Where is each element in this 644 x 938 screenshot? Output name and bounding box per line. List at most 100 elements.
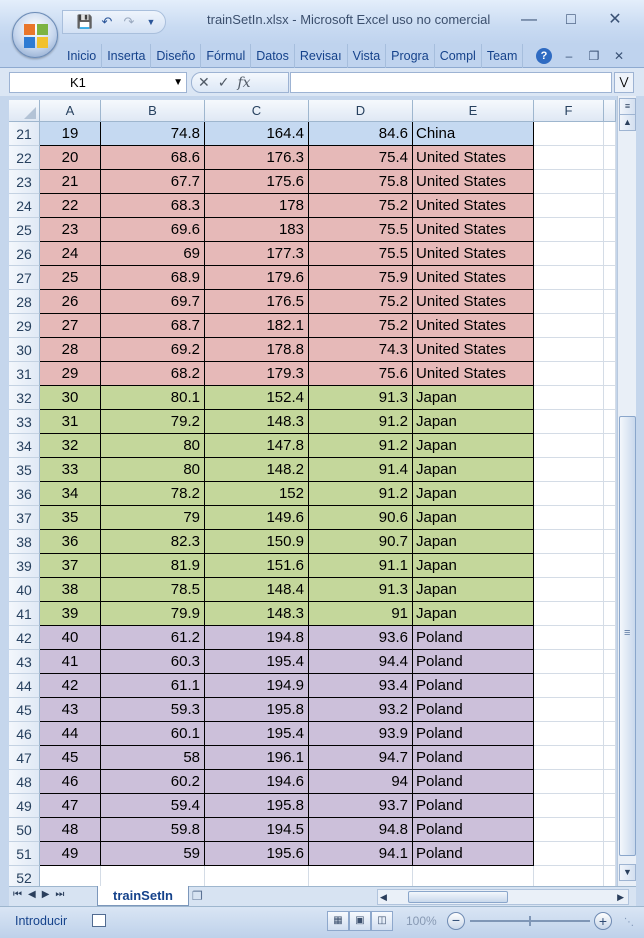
cell-g[interactable]	[604, 242, 616, 266]
cell-b[interactable]: 61.1	[101, 674, 205, 698]
row-header[interactable]: 49	[9, 794, 40, 818]
cell-b[interactable]	[101, 866, 205, 886]
row-header[interactable]: 21	[9, 122, 40, 146]
cell-f[interactable]	[534, 842, 604, 866]
cell-d[interactable]: 93.9	[309, 722, 413, 746]
cell-a[interactable]: 36	[40, 530, 101, 554]
ribbon-tab[interactable]: Compl	[435, 44, 482, 68]
cell-b[interactable]: 59	[101, 842, 205, 866]
cell-b[interactable]: 59.8	[101, 818, 205, 842]
cell-a[interactable]: 42	[40, 674, 101, 698]
cell-d[interactable]: 91	[309, 602, 413, 626]
insert-function-icon[interactable]: fx	[237, 75, 250, 91]
cell-b[interactable]: 59.4	[101, 794, 205, 818]
cell-d[interactable]: 91.2	[309, 482, 413, 506]
enter-icon[interactable]: ✓	[218, 74, 230, 91]
cell-g[interactable]	[604, 818, 616, 842]
cell-f[interactable]	[534, 386, 604, 410]
first-sheet-icon[interactable]: ⏮	[13, 889, 22, 900]
cell-c[interactable]: 148.3	[205, 602, 309, 626]
insert-sheet-icon[interactable]: ❐	[192, 889, 203, 903]
close-button[interactable]: ✕	[601, 10, 629, 30]
cell-a[interactable]: 20	[40, 146, 101, 170]
ribbon-tab[interactable]: Inserta	[102, 44, 152, 68]
cell-d[interactable]: 94	[309, 770, 413, 794]
cell-e[interactable]: Poland	[413, 842, 534, 866]
cell-e[interactable]: United States	[413, 146, 534, 170]
cell-f[interactable]	[534, 530, 604, 554]
cell-c[interactable]: 183	[205, 218, 309, 242]
cell-a[interactable]: 23	[40, 218, 101, 242]
cell-b[interactable]: 69.2	[101, 338, 205, 362]
cell-g[interactable]	[604, 122, 616, 146]
row-header[interactable]: 29	[9, 314, 40, 338]
cell-f[interactable]	[534, 242, 604, 266]
cell-b[interactable]: 67.7	[101, 170, 205, 194]
maximize-button[interactable]: □	[557, 10, 585, 30]
cell-d[interactable]: 90.7	[309, 530, 413, 554]
cell-b[interactable]: 79.2	[101, 410, 205, 434]
ribbon-restore-button[interactable]: ❐	[585, 47, 603, 65]
cell-c[interactable]: 148.3	[205, 410, 309, 434]
cell-f[interactable]	[534, 650, 604, 674]
row-header[interactable]: 26	[9, 242, 40, 266]
cell-g[interactable]	[604, 314, 616, 338]
row-header[interactable]: 28	[9, 290, 40, 314]
cell-g[interactable]	[604, 146, 616, 170]
column-header-d[interactable]: D	[309, 100, 413, 122]
help-icon[interactable]: ?	[536, 48, 552, 64]
normal-view-icon[interactable]: ▦	[327, 911, 349, 931]
row-header[interactable]: 46	[9, 722, 40, 746]
cell-g[interactable]	[604, 530, 616, 554]
cell-b[interactable]: 80.1	[101, 386, 205, 410]
cell-e[interactable]: United States	[413, 362, 534, 386]
cell-e[interactable]: United States	[413, 338, 534, 362]
row-header[interactable]: 38	[9, 530, 40, 554]
cell-f[interactable]	[534, 746, 604, 770]
cell-a[interactable]: 27	[40, 314, 101, 338]
cell-g[interactable]	[604, 698, 616, 722]
row-header[interactable]: 36	[9, 482, 40, 506]
cell-c[interactable]: 178	[205, 194, 309, 218]
scroll-down-icon[interactable]: ▼	[619, 864, 636, 881]
row-header[interactable]: 39	[9, 554, 40, 578]
cell-e[interactable]: Poland	[413, 674, 534, 698]
cell-b[interactable]: 74.8	[101, 122, 205, 146]
cell-f[interactable]	[534, 290, 604, 314]
ribbon-close-button[interactable]: ✕	[610, 47, 628, 65]
cell-f[interactable]	[534, 578, 604, 602]
cell-e[interactable]: Poland	[413, 818, 534, 842]
cell-g[interactable]	[604, 218, 616, 242]
resize-grip-icon[interactable]: ⋱	[624, 917, 634, 928]
row-header[interactable]: 31	[9, 362, 40, 386]
cell-a[interactable]: 35	[40, 506, 101, 530]
cell-g[interactable]	[604, 578, 616, 602]
cell-e[interactable]: Poland	[413, 650, 534, 674]
cell-b[interactable]: 80	[101, 434, 205, 458]
row-header[interactable]: 51	[9, 842, 40, 866]
formula-input[interactable]	[290, 72, 612, 93]
cell-e[interactable]: Poland	[413, 698, 534, 722]
zoom-slider-handle[interactable]	[529, 916, 531, 926]
row-header[interactable]: 32	[9, 386, 40, 410]
cell-b[interactable]: 68.6	[101, 146, 205, 170]
cell-c[interactable]: 195.4	[205, 650, 309, 674]
cell-g[interactable]	[604, 770, 616, 794]
cell-e[interactable]: United States	[413, 266, 534, 290]
ribbon-tab[interactable]: Revisaı	[295, 44, 348, 68]
cell-d[interactable]: 75.4	[309, 146, 413, 170]
cell-b[interactable]: 60.3	[101, 650, 205, 674]
cell-d[interactable]: 75.2	[309, 290, 413, 314]
cell-f[interactable]	[534, 818, 604, 842]
row-header[interactable]: 34	[9, 434, 40, 458]
row-header[interactable]: 42	[9, 626, 40, 650]
cell-d[interactable]: 91.2	[309, 434, 413, 458]
cell-e[interactable]: Japan	[413, 554, 534, 578]
horizontal-scroll-thumb[interactable]	[408, 891, 508, 903]
cell-g[interactable]	[604, 410, 616, 434]
cell-g[interactable]	[604, 746, 616, 770]
cell-b[interactable]: 68.9	[101, 266, 205, 290]
undo-icon[interactable]: ↶	[99, 14, 115, 30]
cell-a[interactable]: 30	[40, 386, 101, 410]
cell-c[interactable]: 148.4	[205, 578, 309, 602]
